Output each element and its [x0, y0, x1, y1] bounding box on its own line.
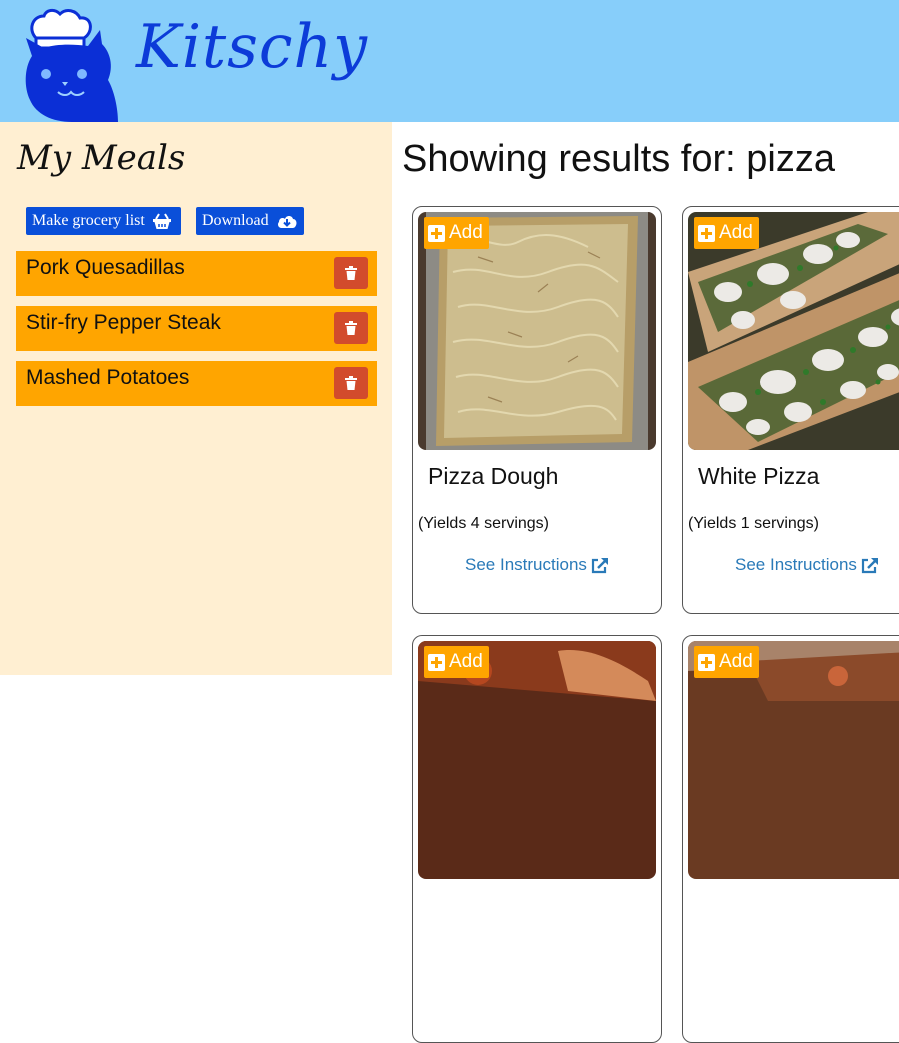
plus-square-icon	[698, 224, 715, 242]
add-recipe-button[interactable]: Add	[424, 646, 489, 678]
add-recipe-button[interactable]: Add	[694, 646, 759, 678]
meal-name: Stir-fry Pepper Steak	[26, 311, 221, 334]
download-button-label: Download	[202, 212, 269, 229]
add-button-label: Add	[449, 222, 483, 243]
recipe-title: White Pizza	[698, 463, 820, 489]
plus-square-icon	[698, 653, 715, 671]
chef-cat-logo	[25, 8, 118, 122]
app-header: Kitschy	[0, 0, 899, 122]
plus-square-icon	[428, 653, 445, 671]
add-recipe-button[interactable]: Add	[694, 217, 759, 249]
results-heading: Showing results for: pizza	[402, 138, 835, 180]
meal-item: Mashed Potatoes	[16, 361, 377, 406]
delete-meal-button[interactable]	[334, 312, 368, 344]
trash-icon	[345, 266, 357, 280]
see-instructions-label: See Instructions	[735, 555, 857, 574]
download-button[interactable]: Download	[196, 207, 304, 235]
plus-square-icon	[428, 224, 445, 242]
see-instructions-label: See Instructions	[465, 555, 587, 574]
recipe-yield: (Yields 1 servings)	[688, 515, 820, 532]
brand-name: Kitschy	[136, 12, 369, 82]
external-link-icon	[591, 557, 608, 573]
add-recipe-button[interactable]: Add	[424, 217, 489, 249]
recipe-yield: (Yields 4 servings)	[418, 515, 550, 532]
add-button-label: Add	[719, 651, 753, 672]
recipe-card: Add White Pizza (Yields 1 servings) See …	[682, 206, 899, 614]
see-instructions-link[interactable]: See Instructions	[735, 555, 879, 575]
add-button-label: Add	[449, 651, 483, 672]
make-grocery-list-button[interactable]: Make grocery list	[26, 207, 181, 235]
see-instructions-link[interactable]: See Instructions	[465, 555, 609, 575]
delete-meal-button[interactable]	[334, 257, 368, 289]
basket-icon	[152, 213, 171, 230]
trash-icon	[345, 321, 357, 335]
recipe-title: Pizza Dough	[428, 463, 559, 489]
grocery-button-label: Make grocery list	[32, 212, 145, 229]
meal-item: Stir-fry Pepper Steak	[16, 306, 377, 351]
meal-name: Mashed Potatoes	[26, 366, 190, 389]
recipe-card: Add	[682, 635, 899, 1043]
cloud-download-icon	[277, 216, 297, 229]
external-link-icon	[861, 557, 878, 573]
delete-meal-button[interactable]	[334, 367, 368, 399]
recipe-card: Add Pizza Dough (Yields 4 servings) See …	[412, 206, 662, 614]
add-button-label: Add	[719, 222, 753, 243]
sidebar-title: My Meals	[17, 138, 186, 178]
recipe-card: Add	[412, 635, 662, 1043]
trash-icon	[345, 376, 357, 390]
meal-name: Pork Quesadillas	[26, 256, 185, 279]
meal-item: Pork Quesadillas	[16, 251, 377, 296]
